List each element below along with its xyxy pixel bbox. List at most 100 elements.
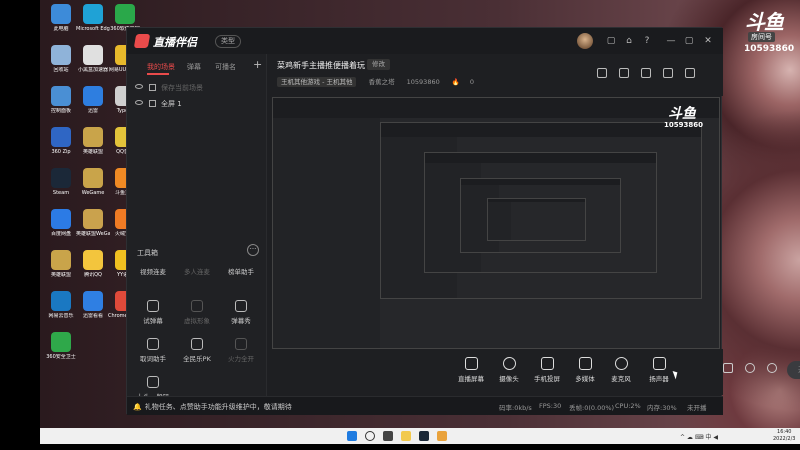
stream-preview[interactable]: 斗鱼 10593860 [272, 97, 720, 349]
toolbox-item[interactable]: 全民乐PK [175, 338, 219, 372]
left-tabs: 我的场景 弹幕 可播名 + [127, 54, 267, 76]
room-meta: 王机其他游戏 - 王机其他 香蕉之塔 10593860 🔥 0 [277, 76, 484, 87]
desktop-icon-label: 迅雷看看 [82, 313, 103, 319]
system-tray[interactable]: ^ ☁ ⌨ 中 ◀ [680, 432, 718, 441]
toolbox-more-button[interactable]: ··· [247, 244, 259, 256]
source-button[interactable]: 多媒体 [566, 357, 604, 383]
source-button[interactable]: 手机投屏 [528, 357, 566, 383]
bottom-letterbox [0, 444, 800, 450]
lock-icon[interactable] [619, 68, 629, 78]
close-button[interactable]: ✕ [702, 36, 714, 46]
file-explorer-icon[interactable] [401, 431, 411, 441]
desktop-icon[interactable]: 360 Zip [44, 127, 78, 167]
desktop-icon[interactable]: 迅雷 [76, 86, 110, 126]
desktop-icon-label: 迅雷 [87, 108, 98, 114]
desktop-icon[interactable]: 网易云音乐 [44, 291, 78, 331]
source-button[interactable]: 麦克风 [602, 357, 640, 383]
room-owner: 香蕉之塔 [368, 78, 395, 86]
tab-streamable[interactable]: 可播名 [215, 62, 236, 72]
record-icon[interactable] [723, 363, 733, 373]
toolbox-item[interactable]: 榜单助手 [219, 266, 263, 300]
taskbar-clock[interactable]: 16:40 2022/2/3 [773, 429, 795, 443]
live-companion-window: 直播伴侣 类型 ▢ ⌂ ? — ▢ ✕ 我的场景 弹幕 可播名 + 保存当前场景 [126, 27, 800, 415]
source-label: 手机投屏 [534, 375, 560, 383]
source-button[interactable]: 直播屏幕 [452, 357, 490, 383]
toolbox-item[interactable]: 试弹幕 [131, 300, 175, 334]
maximize-button[interactable]: ▢ [683, 36, 695, 46]
toolbox-item[interactable]: 视频连麦 [131, 266, 175, 300]
app-icon [51, 45, 71, 65]
fire-icon: 🔥 [451, 78, 460, 86]
windows-start-icon[interactable] [347, 431, 357, 441]
desktop-icon[interactable]: 回收站 [44, 45, 78, 85]
toolbox-item[interactable]: 取词助手 [131, 338, 175, 372]
camera-toggle-icon[interactable] [745, 363, 755, 373]
eye-icon[interactable] [135, 84, 143, 89]
tool-icon [191, 338, 203, 350]
scene-row-save[interactable]: 保存当前场景 [133, 82, 263, 96]
share-icon[interactable] [685, 68, 695, 78]
room-category[interactable]: 王机其他游戏 - 王机其他 [277, 77, 357, 87]
tool-icon [235, 338, 247, 350]
help-icon[interactable]: ? [641, 36, 653, 46]
home-icon[interactable]: ⌂ [623, 36, 635, 46]
steam-taskbar-icon[interactable] [419, 431, 429, 441]
screenshot-icon[interactable] [597, 68, 607, 78]
settings-icon[interactable] [641, 68, 651, 78]
toolbox-item[interactable]: 虚拟形象 [175, 300, 219, 334]
title-bar: 直播伴侣 类型 ▢ ⌂ ? — ▢ ✕ [127, 28, 723, 54]
source-icon [652, 357, 666, 370]
scene-label: 保存当前场景 [161, 84, 203, 92]
app-icon [83, 209, 103, 229]
add-scene-icon[interactable]: + [253, 58, 262, 71]
desktop-icon[interactable]: 百度网盘 [44, 209, 78, 249]
user-avatar[interactable] [577, 33, 593, 49]
app-icon [51, 86, 71, 106]
app-icon [51, 332, 71, 352]
desktop-icon[interactable]: 腾讯QQ [76, 250, 110, 290]
desktop-icon[interactable]: 迅雷看看 [76, 291, 110, 331]
desktop-icon[interactable]: Microsoft Edge [76, 4, 110, 44]
app-logo-icon [133, 34, 151, 48]
source-icon [464, 357, 478, 370]
desktop-icon[interactable]: WeGame [76, 168, 110, 208]
desktop-icon[interactable]: 英雄联盟 [76, 127, 110, 167]
desktop-icon[interactable]: 小黑盒加速器 [76, 45, 110, 85]
source-label: 扬声器 [649, 375, 669, 383]
minimize-button[interactable]: — [665, 36, 677, 46]
desktop-icon[interactable]: 360安全卫士 [44, 332, 78, 372]
desktop-icon-label: 小黑盒加速器 [77, 67, 108, 73]
toolbox-item[interactable]: 多人连麦 [175, 266, 219, 300]
desktop-icon[interactable]: 此电脑 [44, 4, 78, 44]
scene-row-fullscreen[interactable]: 全屏 1 [133, 98, 263, 112]
task-view-icon[interactable] [383, 431, 393, 441]
source-label: 摄像头 [499, 375, 519, 383]
message-icon[interactable]: ▢ [605, 36, 617, 46]
scene-square-icon [149, 100, 156, 107]
type-button[interactable]: 类型 [215, 35, 241, 48]
app-icon [83, 291, 103, 311]
toolbox-item[interactable]: 火力全开 [219, 338, 263, 372]
tab-my-scenes[interactable]: 我的场景 [147, 62, 175, 72]
gear-icon[interactable] [767, 363, 777, 373]
desktop-icon[interactable]: 英雄联盟 [44, 250, 78, 290]
source-label: 麦克风 [611, 375, 631, 383]
desktop-icon-label: 英雄联盟 [82, 149, 103, 155]
search-icon[interactable] [365, 431, 375, 441]
desktop-icon[interactable]: Steam [44, 168, 78, 208]
source-button[interactable]: 摄像头 [490, 357, 528, 383]
tool-icon [235, 300, 247, 312]
room-heat: 0 [469, 78, 475, 86]
edit-title-button[interactable]: 修改 [367, 59, 390, 70]
source-icon [502, 357, 516, 370]
live-companion-taskbar-icon[interactable] [437, 431, 447, 441]
desktop-icon-label: Steam [52, 190, 70, 196]
start-live-button[interactable]: 开始直播 [787, 361, 800, 379]
bell-icon[interactable] [663, 68, 673, 78]
tab-danmaku[interactable]: 弹幕 [187, 62, 201, 72]
eye-icon[interactable] [135, 100, 143, 105]
desktop-icon-label: 英雄联盟 [50, 272, 71, 278]
desktop-icon[interactable]: 控制面板 [44, 86, 78, 126]
toolbox-item[interactable]: 弹幕秀 [219, 300, 263, 334]
desktop-icon[interactable]: 英雄联盟WeGame [76, 209, 110, 249]
